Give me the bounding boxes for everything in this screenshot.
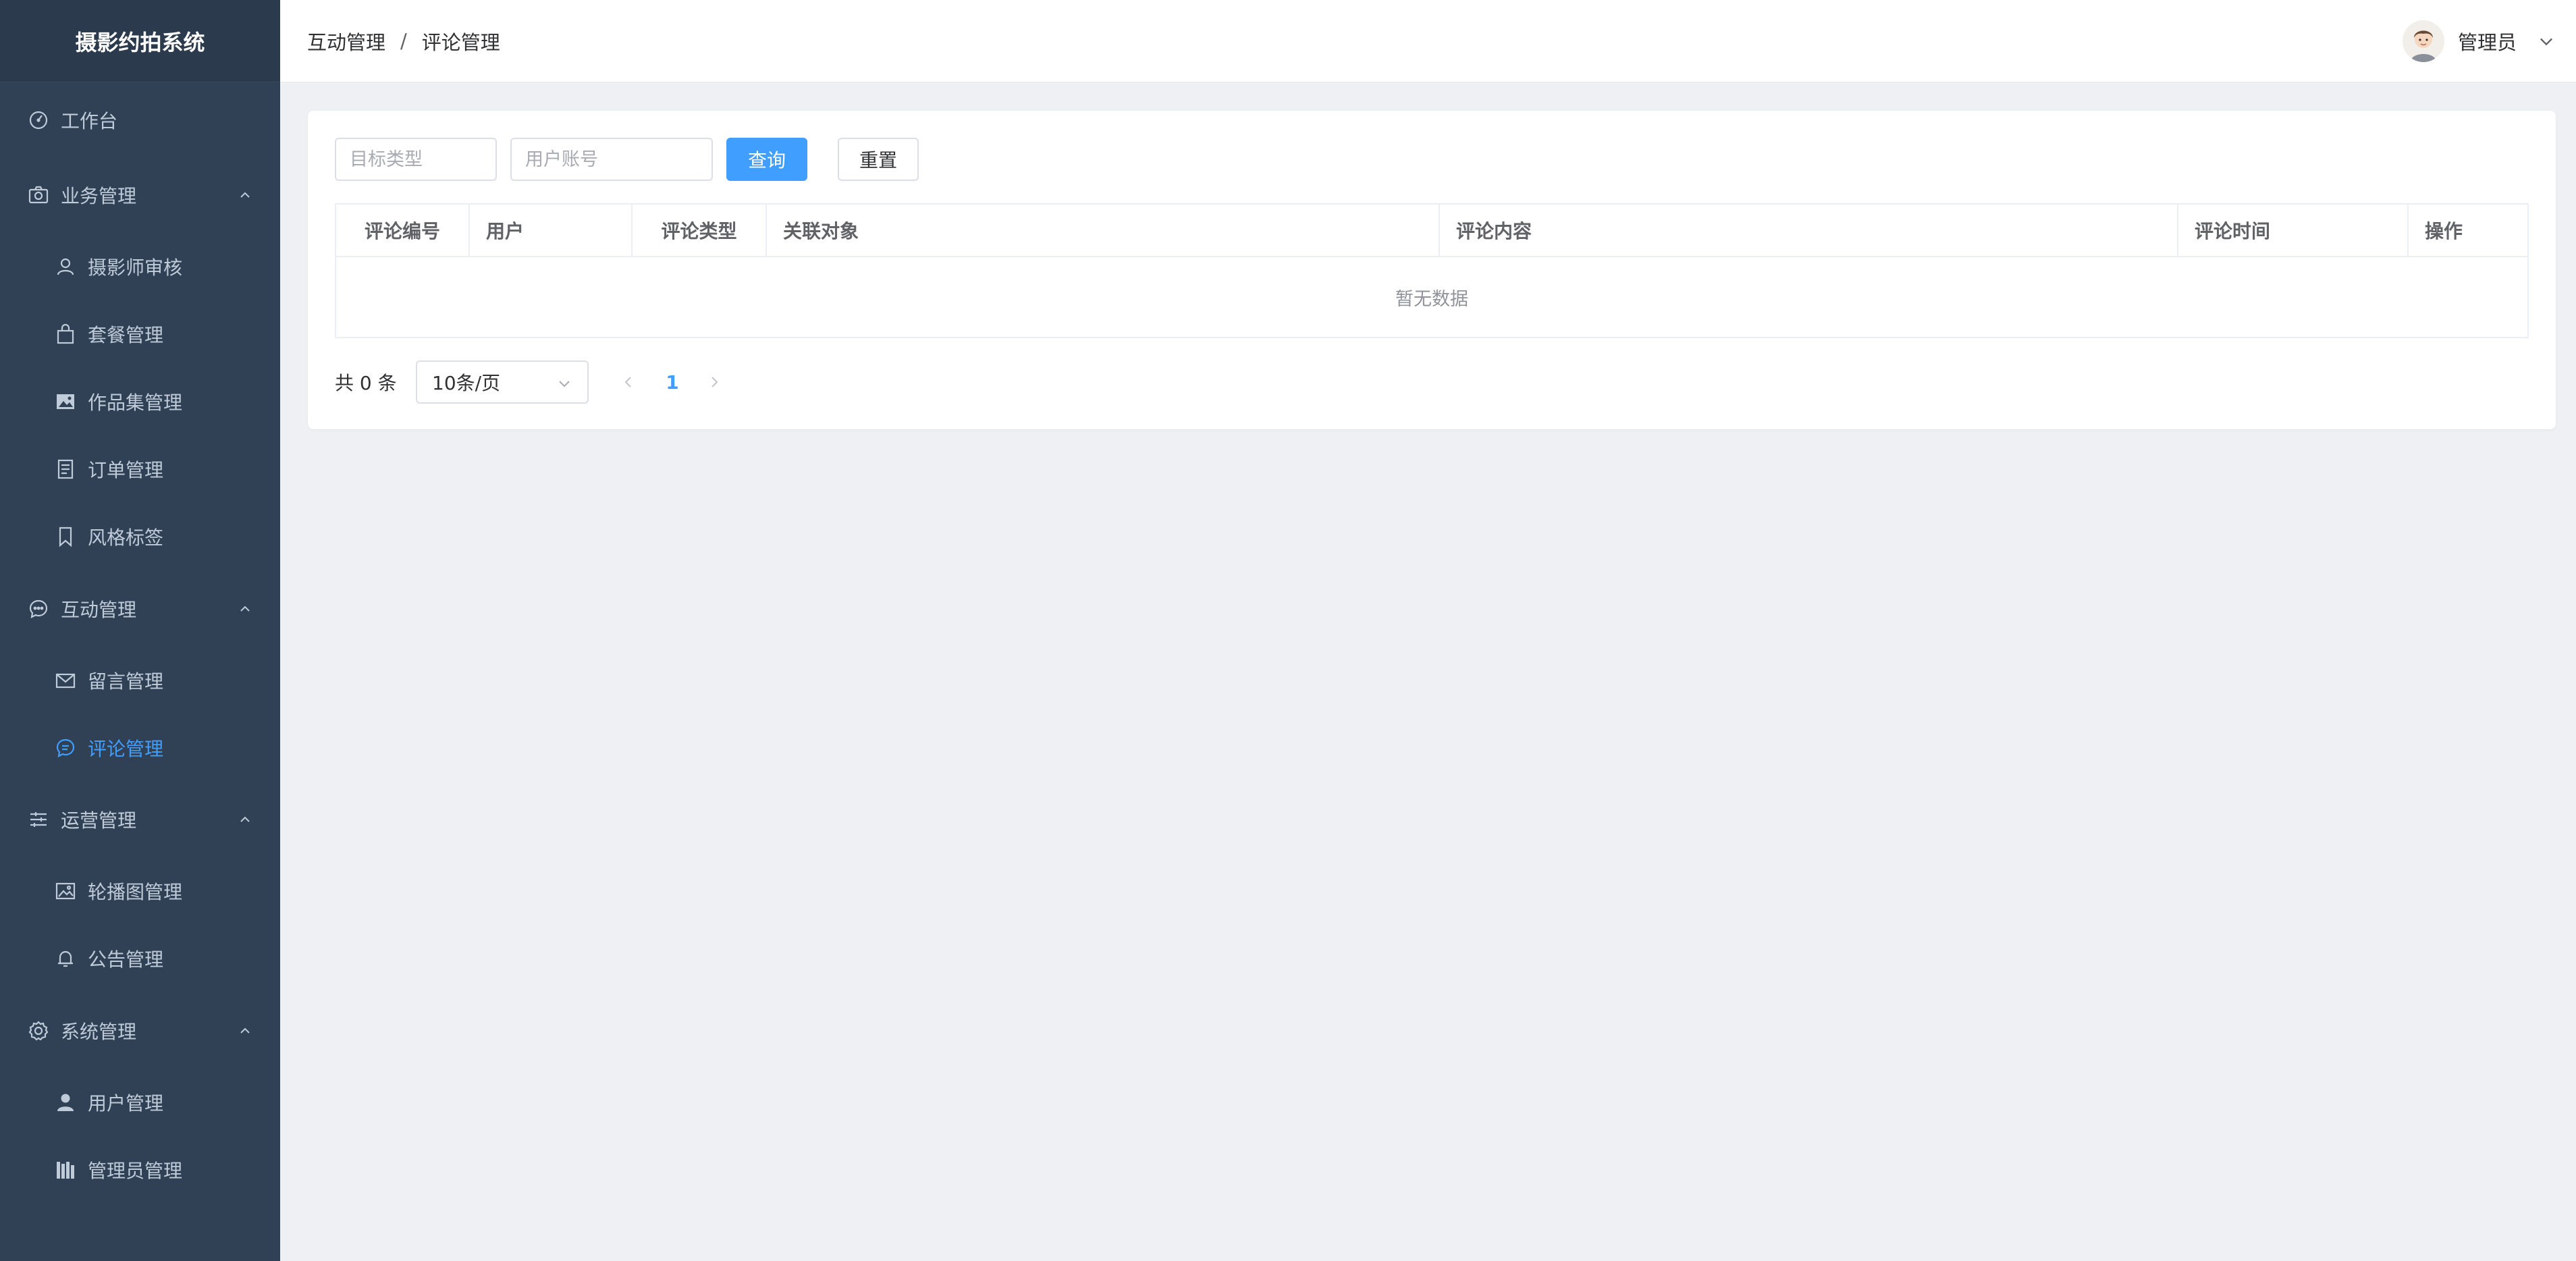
picture-filled-icon xyxy=(54,390,77,413)
column-header-comment-type[interactable]: 评论类型 xyxy=(633,205,767,256)
sidebar-item-label: 套餐管理 xyxy=(88,324,164,346)
sidebar-group-operation[interactable]: 运营管理 xyxy=(0,793,280,847)
table-empty-text: 暂无数据 xyxy=(1395,288,1468,310)
column-header-user[interactable]: 用户 xyxy=(470,205,633,256)
comment-table: 评论编号 用户 评论类型 关联对象 评论内容 评论时间 操作 暂无数据 xyxy=(335,203,2529,338)
chat-line-icon xyxy=(54,736,77,759)
camera-icon xyxy=(27,184,50,207)
chevron-up-icon xyxy=(240,816,250,822)
column-header-related-object[interactable]: 关联对象 xyxy=(767,205,1440,256)
bell-icon xyxy=(54,947,77,970)
sidebar-item-admin-management[interactable]: 管理员管理 xyxy=(0,1143,280,1197)
breadcrumb-parent[interactable]: 互动管理 xyxy=(307,27,385,55)
reset-button[interactable]: 重置 xyxy=(838,138,919,181)
pagination: 共 0 条 10条/页 1 xyxy=(335,360,1010,404)
sidebar-item-label: 公告管理 xyxy=(88,948,164,971)
page-size-value: 10条/页 xyxy=(432,372,501,394)
sidebar-item-style-tag[interactable]: 风格标签 xyxy=(0,510,280,564)
bookmark-icon xyxy=(54,525,77,548)
sidebar: 摄影约拍系统 工作台 业务管理 摄影师审核 套餐管理 作品集管理 订单管理 风格… xyxy=(0,0,280,1261)
search-button[interactable]: 查询 xyxy=(726,138,807,181)
chat-dot-icon xyxy=(27,597,50,620)
chevron-up-icon xyxy=(240,606,250,612)
sidebar-item-workbench[interactable]: 工作台 xyxy=(0,93,280,147)
document-icon xyxy=(54,458,77,481)
column-header-comment-id[interactable]: 评论编号 xyxy=(336,205,470,256)
column-header-comment-time[interactable]: 评论时间 xyxy=(2178,205,2409,256)
chevron-down-icon[interactable] xyxy=(2537,32,2556,51)
top-header: 互动管理 / 评论管理 管理员 xyxy=(280,0,2576,82)
chevron-up-icon xyxy=(240,1027,250,1034)
sidebar-group-interaction[interactable]: 互动管理 xyxy=(0,582,280,636)
sidebar-item-label: 风格标签 xyxy=(88,527,164,549)
page-size-select[interactable]: 10条/页 xyxy=(416,360,589,404)
column-header-actions[interactable]: 操作 xyxy=(2409,205,2527,256)
target-type-input[interactable] xyxy=(335,138,497,181)
app-title: 摄影约拍系统 xyxy=(0,0,280,82)
chevron-down-icon xyxy=(559,381,570,387)
breadcrumb-separator: / xyxy=(400,30,407,53)
sidebar-item-portfolio[interactable]: 作品集管理 xyxy=(0,375,280,429)
sidebar-group-label: 运营管理 xyxy=(61,809,137,832)
sidebar-item-label: 用户管理 xyxy=(88,1092,164,1115)
user-account-input[interactable] xyxy=(510,138,713,181)
pagination-total: 共 0 条 xyxy=(335,372,397,394)
page-number-current[interactable]: 1 xyxy=(652,360,693,404)
prev-page-button[interactable] xyxy=(620,374,637,390)
sidebar-item-message[interactable]: 留言管理 xyxy=(0,653,280,707)
collection-icon xyxy=(54,1158,77,1181)
sidebar-item-label: 订单管理 xyxy=(88,459,164,481)
message-icon xyxy=(54,669,77,692)
sidebar-group-label: 互动管理 xyxy=(61,599,137,621)
gear-icon xyxy=(27,1019,50,1042)
sidebar-group-label: 系统管理 xyxy=(61,1021,137,1043)
sidebar-item-label: 轮播图管理 xyxy=(88,881,183,903)
sidebar-group-system[interactable]: 系统管理 xyxy=(0,1004,280,1058)
sidebar-item-user-management[interactable]: 用户管理 xyxy=(0,1075,280,1129)
comment-list-card: 查询 重置 评论编号 用户 评论类型 关联对象 评论内容 评论时间 操作 暂无数… xyxy=(308,111,2556,429)
sliders-icon xyxy=(27,808,50,831)
sidebar-group-business[interactable]: 业务管理 xyxy=(0,168,280,222)
sidebar-item-label: 工作台 xyxy=(61,110,118,132)
user-name[interactable]: 管理员 xyxy=(2458,27,2517,55)
sidebar-item-order[interactable]: 订单管理 xyxy=(0,442,280,496)
next-page-button[interactable] xyxy=(706,374,722,390)
sidebar-item-photographer-review[interactable]: 摄影师审核 xyxy=(0,240,280,294)
user-icon xyxy=(54,255,77,278)
chevron-up-icon xyxy=(240,192,250,198)
shopping-bag-icon xyxy=(54,323,77,346)
breadcrumb-current: 评论管理 xyxy=(421,31,500,54)
sidebar-item-label: 作品集管理 xyxy=(88,392,183,414)
user-menu[interactable]: 管理员 xyxy=(2402,0,2556,82)
sidebar-item-package[interactable]: 套餐管理 xyxy=(0,307,280,361)
breadcrumb: 互动管理 / 评论管理 xyxy=(307,0,500,82)
table-header: 评论编号 用户 评论类型 关联对象 评论内容 评论时间 操作 xyxy=(336,205,2527,257)
sidebar-item-carousel[interactable]: 轮播图管理 xyxy=(0,864,280,918)
sidebar-item-label: 评论管理 xyxy=(88,738,164,760)
user-filled-icon xyxy=(54,1091,77,1114)
avatar[interactable] xyxy=(2402,20,2444,62)
sidebar-item-comment[interactable]: 评论管理 xyxy=(0,721,280,775)
picture-icon xyxy=(54,880,77,903)
sidebar-item-notice[interactable]: 公告管理 xyxy=(0,932,280,986)
sidebar-item-label: 摄影师审核 xyxy=(88,257,183,279)
sidebar-group-label: 业务管理 xyxy=(61,185,137,207)
sidebar-item-label: 留言管理 xyxy=(88,670,164,693)
dashboard-icon xyxy=(27,109,50,132)
column-header-comment-content[interactable]: 评论内容 xyxy=(1440,205,2178,256)
sidebar-item-label: 管理员管理 xyxy=(88,1160,183,1182)
